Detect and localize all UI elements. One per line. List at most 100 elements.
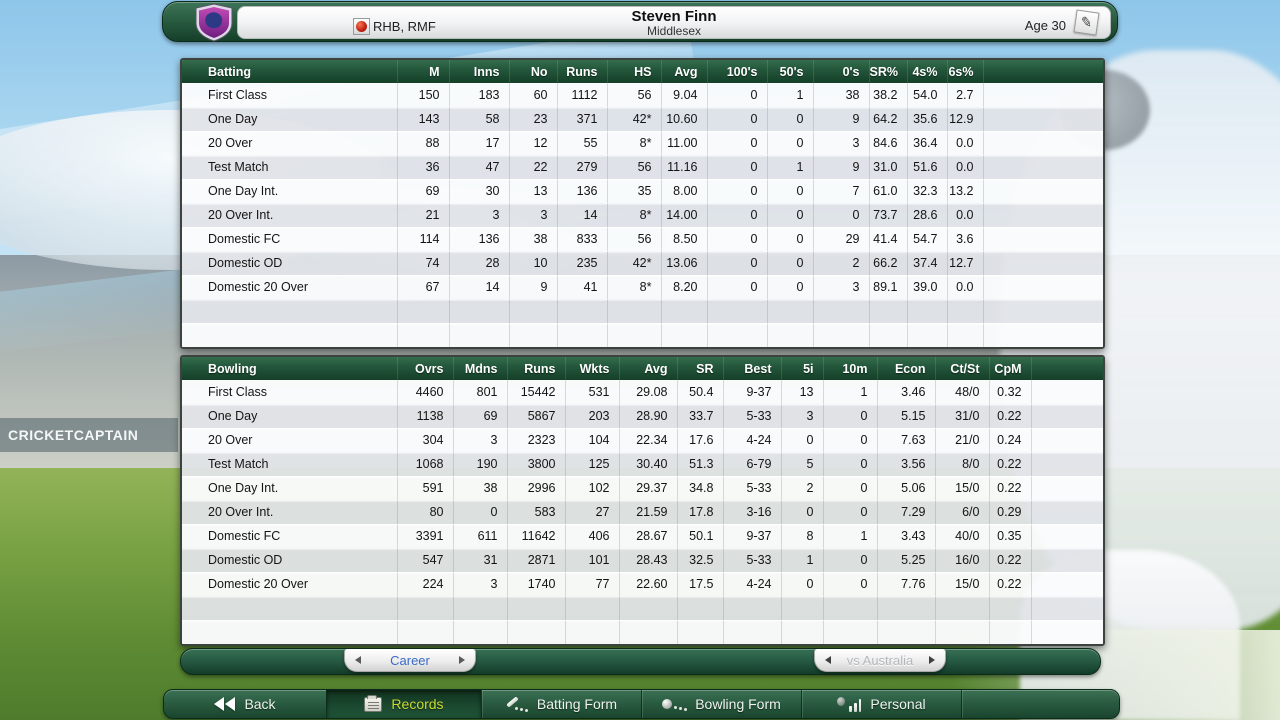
stat-value: 1068 [397, 452, 453, 476]
back-icon [214, 697, 235, 711]
batting-table: BattingMInnsNoRunsHSAvg100's50's0'sSR%4s… [182, 60, 1103, 348]
stat-value: 32.5 [677, 548, 723, 572]
stat-value: 31.0 [869, 155, 907, 179]
edit-icon[interactable]: ✎ [1074, 10, 1100, 36]
tab-records[interactable]: Records [326, 690, 481, 718]
table-row: Domestic 20 Over224317407722.6017.54-240… [182, 572, 1103, 596]
stat-value: 0 [767, 131, 813, 155]
stat-value: 8.50 [661, 227, 707, 251]
stat-value: 1 [767, 155, 813, 179]
stat-value: 0 [767, 107, 813, 131]
stat-value: 42* [607, 251, 661, 275]
stat-value: 0 [823, 500, 877, 524]
stat-value: 547 [397, 548, 453, 572]
column-header: Best [723, 357, 781, 380]
stat-value: 11.16 [661, 155, 707, 179]
stat-value: 14.00 [661, 203, 707, 227]
stat-value: 0 [823, 548, 877, 572]
stat-value: 279 [557, 155, 607, 179]
stat-value: 5-33 [723, 548, 781, 572]
stat-value: 0.0 [947, 275, 983, 299]
stat-value: 41 [557, 275, 607, 299]
row-label: First Class [182, 380, 397, 404]
stat-value: 833 [557, 227, 607, 251]
table-row: 20 Over Int.2133148*14.0000073.728.60.0 [182, 203, 1103, 227]
stat-value: 2996 [507, 476, 565, 500]
stat-value: 11.00 [661, 131, 707, 155]
player-age: Age 30 [1025, 18, 1066, 33]
stat-value: 0 [707, 107, 767, 131]
stat-value: 88 [397, 131, 449, 155]
column-header: CpM [989, 357, 1031, 380]
row-label: One Day Int. [182, 476, 397, 500]
row-label: First Class [182, 83, 397, 107]
next-arrow-icon[interactable] [929, 656, 935, 664]
empty-row [182, 299, 1103, 323]
stat-value: 9-37 [723, 380, 781, 404]
stat-value: 0 [767, 179, 813, 203]
player-identity: Steven Finn Middlesex [538, 7, 810, 38]
player-info-plate: RHB, RMF Steven Finn Middlesex Age 30 ✎ [237, 6, 1111, 39]
career-selector[interactable]: Career [344, 649, 476, 672]
column-header: Batting [182, 60, 397, 83]
stat-value: 17.8 [677, 500, 723, 524]
stat-value: 2.7 [947, 83, 983, 107]
column-header: 6s% [947, 60, 983, 83]
opponent-selector[interactable]: vs Australia [814, 649, 946, 672]
personal-icon [837, 697, 861, 712]
tab-personal[interactable]: Personal [801, 690, 961, 718]
stat-value: 1112 [557, 83, 607, 107]
stat-value: 143 [397, 107, 449, 131]
stat-value: 5-33 [723, 476, 781, 500]
prev-arrow-icon[interactable] [825, 656, 831, 664]
stat-value: 101 [565, 548, 619, 572]
stat-value: 0.32 [989, 380, 1031, 404]
player-style-group: RHB, RMF [238, 7, 538, 38]
row-label: One Day [182, 107, 397, 131]
stat-value: 531 [565, 380, 619, 404]
stat-value: 8 [781, 524, 823, 548]
stat-value: 0 [707, 203, 767, 227]
next-arrow-icon[interactable] [459, 656, 465, 664]
stat-value: 114 [397, 227, 449, 251]
stat-value: 28 [449, 251, 509, 275]
table-row: One Day143582337142*10.6000964.235.612.9 [182, 107, 1103, 131]
stat-value: 0 [707, 227, 767, 251]
opponent-selector-label: vs Australia [847, 653, 913, 668]
stat-value: 5.15 [877, 404, 935, 428]
column-header: 10m [823, 357, 877, 380]
table-row: One Day Int.59138299610229.3734.85-33205… [182, 476, 1103, 500]
stat-value: 51.3 [677, 452, 723, 476]
empty-row [182, 596, 1103, 620]
stat-value: 21.59 [619, 500, 677, 524]
stat-value: 3.43 [877, 524, 935, 548]
stat-value: 0 [823, 428, 877, 452]
stat-value: 3391 [397, 524, 453, 548]
stat-value: 22.60 [619, 572, 677, 596]
table-row: 20 Over3043232310422.3417.64-24007.6321/… [182, 428, 1103, 452]
stat-value: 51.6 [907, 155, 947, 179]
stat-value: 56 [607, 155, 661, 179]
tab-bowling-form[interactable]: Bowling Form [641, 690, 801, 718]
stat-value: 9 [509, 275, 557, 299]
prev-arrow-icon[interactable] [355, 656, 361, 664]
stat-value: 4460 [397, 380, 453, 404]
column-header: M [397, 60, 449, 83]
row-label: 20 Over [182, 131, 397, 155]
row-label: Test Match [182, 452, 397, 476]
column-header: 4s% [907, 60, 947, 83]
stat-value: 104 [565, 428, 619, 452]
stat-value: 583 [507, 500, 565, 524]
stat-value: 31 [453, 548, 507, 572]
stat-value: 8* [607, 275, 661, 299]
column-header: SR% [869, 60, 907, 83]
back-button[interactable]: Back [164, 690, 326, 718]
table-row: One Day113869586720328.9033.75-33305.153… [182, 404, 1103, 428]
bowling-stats-panel: BowlingOvrsMdnsRunsWktsAvgSRBest5i10mEco… [180, 355, 1105, 646]
stat-value: 17.6 [677, 428, 723, 452]
stat-value: 5.25 [877, 548, 935, 572]
stat-value: 12.9 [947, 107, 983, 131]
stat-value: 89.1 [869, 275, 907, 299]
stat-value: 125 [565, 452, 619, 476]
tab-batting-form[interactable]: Batting Form [481, 690, 641, 718]
